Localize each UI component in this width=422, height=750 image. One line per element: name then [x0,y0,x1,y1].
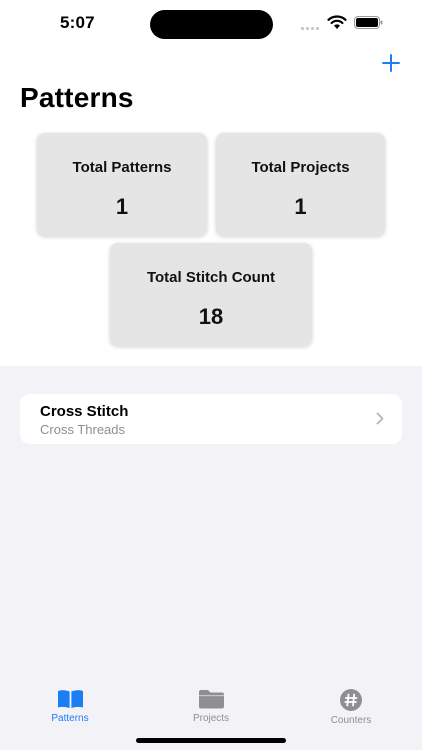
battery-icon [354,16,383,29]
tab-patterns[interactable]: Patterns [25,680,115,724]
pattern-title: Cross Stitch [40,403,129,420]
total-stitch-count-card: Total Stitch Count 18 [110,243,312,346]
cellular-signal-icon [301,24,321,30]
dynamic-island [150,10,273,39]
book-icon [56,688,84,710]
tab-counters[interactable]: Counters [306,680,396,726]
stat-label: Total Stitch Count [146,269,276,286]
wifi-icon [327,15,347,29]
tab-bar: Patterns Projects Counters [0,680,422,730]
tab-projects[interactable]: Projects [166,680,256,724]
hash-icon [337,688,365,712]
folder-icon [197,688,225,710]
tab-label: Projects [192,713,230,724]
home-indicator [136,738,286,743]
pattern-subtitle: Cross Threads [40,422,126,437]
plus-icon [382,54,400,72]
total-projects-card: Total Projects 1 [216,133,385,236]
list-item[interactable]: Cross Stitch Cross Threads [20,394,402,444]
add-pattern-button[interactable] [378,50,404,76]
stat-value: 1 [115,194,129,219]
tab-label: Counters [330,715,372,726]
tab-label: Patterns [51,713,89,724]
stat-value: 1 [294,194,307,219]
total-patterns-card: Total Patterns 1 [37,133,207,236]
stat-value: 18 [198,304,224,329]
stat-label: Total Projects [251,159,350,176]
status-bar: 5:07 [0,0,422,48]
status-time: 5:07 [60,13,95,32]
page-title: Patterns [20,82,134,113]
chevron-right-icon [376,412,384,425]
stat-label: Total Patterns [72,159,172,176]
